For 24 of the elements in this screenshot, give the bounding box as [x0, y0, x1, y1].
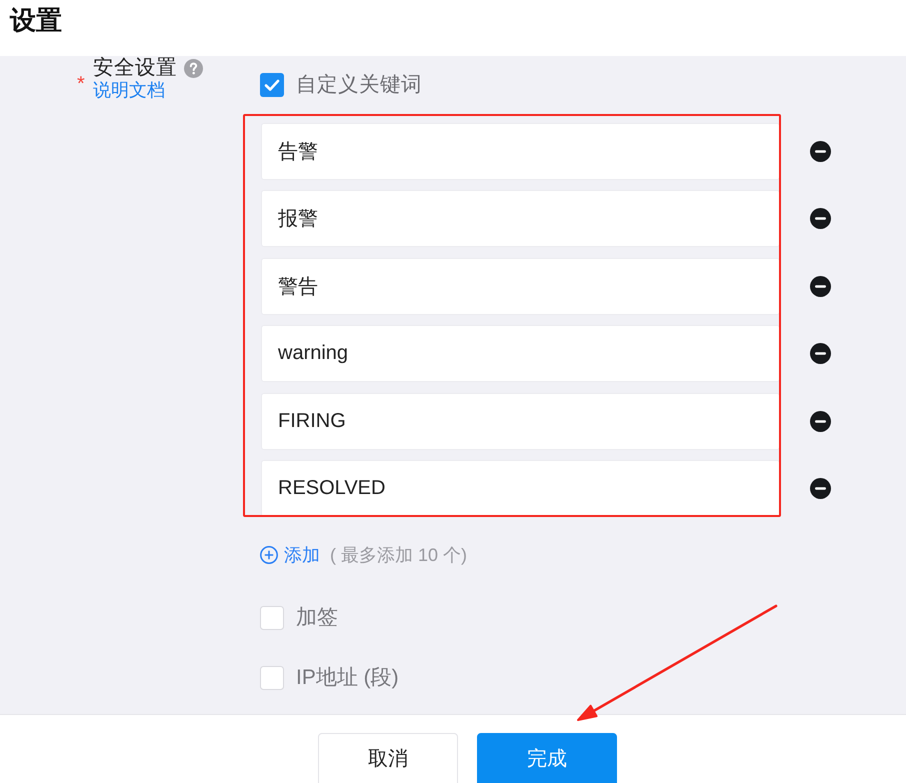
remove-icon[interactable] [810, 410, 831, 432]
add-icon[interactable] [260, 546, 278, 564]
field-label: 安全设置 [92, 57, 177, 79]
checkbox[interactable] [260, 73, 284, 97]
required-mark: * [77, 73, 85, 95]
keyword-input[interactable]: FIRING [261, 392, 780, 450]
keyword-input[interactable]: RESOLVED [261, 460, 780, 515]
checkbox-label: IP地址 (段) [296, 666, 399, 690]
checkbox-label: 加签 [296, 606, 338, 630]
keyword-input[interactable]: 告警 [261, 123, 780, 180]
keyword-input[interactable]: 警告 [261, 258, 780, 315]
keyword-input[interactable]: 报警 [261, 190, 780, 248]
remove-icon[interactable] [810, 208, 831, 230]
remove-icon[interactable] [810, 141, 831, 162]
page-title: 设置 [10, 4, 62, 36]
remove-icon[interactable] [810, 478, 831, 499]
checkbox-label: 自定义关键词 [296, 73, 422, 97]
cancel-button[interactable]: 取消 [318, 733, 458, 783]
remove-icon[interactable] [810, 276, 831, 297]
keyword-input[interactable]: warning [261, 325, 780, 382]
remove-icon[interactable] [810, 343, 831, 364]
checkbox[interactable] [260, 606, 284, 630]
checkbox[interactable] [260, 666, 284, 690]
add-limit-hint: ( 最多添加 10 个) [330, 544, 468, 567]
